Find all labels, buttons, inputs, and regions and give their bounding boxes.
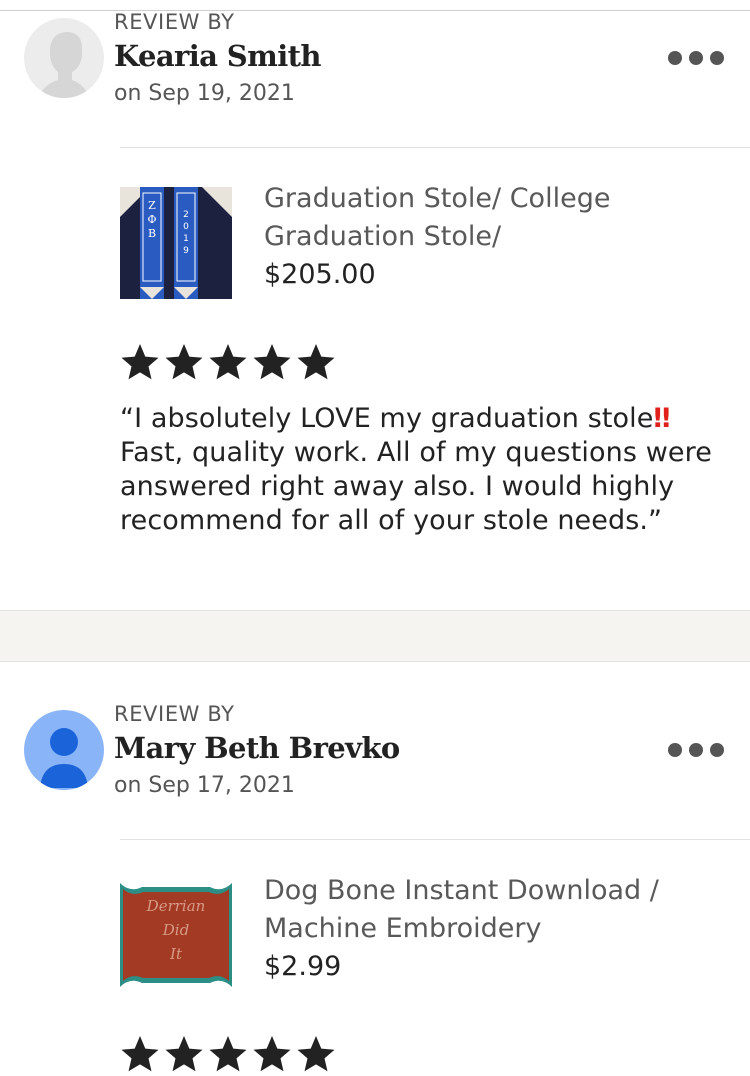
more-options-button[interactable] [668,48,724,68]
person-avatar-icon [24,710,104,790]
double-exclamation-icon: ‼ [653,403,670,434]
more-options-button[interactable] [668,740,724,760]
more-dots-icon [668,51,682,65]
star-icon [296,342,336,382]
reviewer-name[interactable]: Mary Beth Brevko [114,730,400,766]
bone-embroidery-text: Did [162,921,189,939]
top-divider [0,10,750,11]
star-icon [252,342,292,382]
star-icon [252,1034,292,1074]
star-icon [208,1034,248,1074]
review-date: on Sep 19, 2021 [114,81,295,106]
svg-text:Z: Z [148,199,156,212]
star-icon [296,1034,336,1074]
reviewer-name[interactable]: Kearia Smith [114,38,322,74]
product-price: $205.00 [264,259,376,290]
avatar[interactable] [24,18,104,98]
bone-embroidery-text: It [169,945,183,963]
product-image[interactable]: Derrian Did It [120,879,232,991]
star-rating [120,342,336,382]
svg-text:0: 0 [183,222,189,232]
review-by-label: REVIEW BY [114,10,235,34]
star-icon [164,342,204,382]
product-title[interactable]: Dog Bone Instant Download / Machine Embr… [264,872,724,948]
default-avatar-icon [24,18,104,98]
svg-text:9: 9 [183,246,189,256]
star-icon [120,342,160,382]
more-dots-icon [668,743,682,757]
divider [120,839,750,840]
bone-embroidery-text: Derrian [146,897,206,915]
product-image[interactable]: Z Φ B 2 0 1 9 [120,187,232,299]
review-by-label: REVIEW BY [114,702,235,726]
star-rating [120,1034,336,1074]
star-icon [164,1034,204,1074]
avatar[interactable] [24,710,104,790]
product-price: $2.99 [264,951,342,982]
star-icon [120,1034,160,1074]
star-icon [208,342,248,382]
review-text: “I absolutely LOVE my graduation stole‼ … [120,403,712,536]
svg-text:2: 2 [183,210,189,220]
dog-bone-photo-icon: Derrian Did It [120,879,232,991]
product-title[interactable]: Graduation Stole/ College Graduation Sto… [264,180,724,256]
svg-text:Φ: Φ [147,213,156,226]
review-date: on Sep 17, 2021 [114,773,295,798]
svg-text:1: 1 [183,234,189,244]
svg-text:B: B [148,227,156,240]
section-separator [0,610,750,662]
divider [120,147,750,148]
graduation-stole-photo-icon: Z Φ B 2 0 1 9 [120,187,232,299]
